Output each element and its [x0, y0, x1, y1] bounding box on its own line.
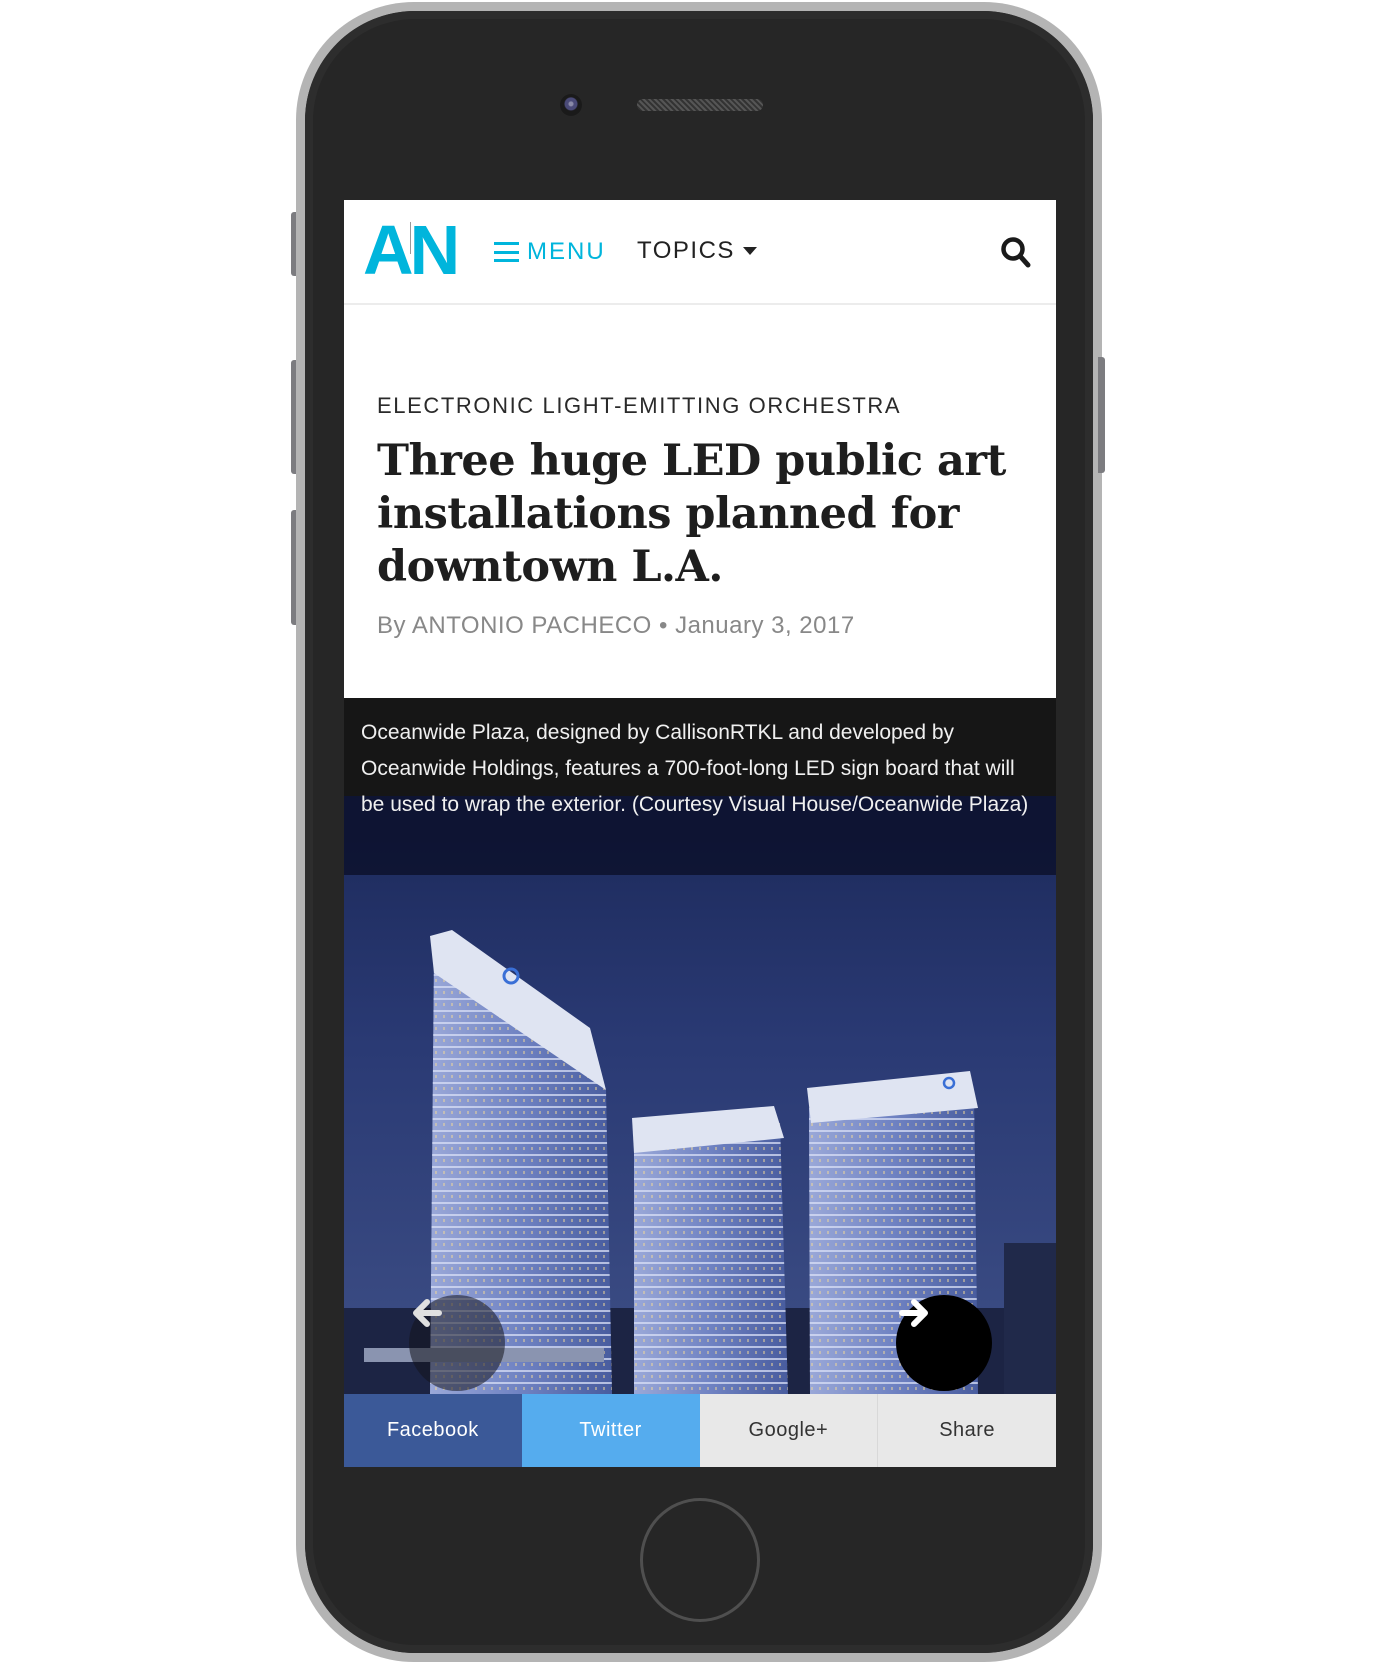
search-button[interactable] — [1000, 236, 1032, 270]
article-headline: Three huge LED public art installations … — [377, 436, 1006, 592]
arrow-right-icon — [899, 1299, 928, 1327]
logo-separator — [410, 222, 411, 254]
share-twitter-button[interactable]: Twitter — [521, 1394, 700, 1467]
article-byline: By ANTONIO PACHECO • January 3, 2017 — [377, 612, 855, 639]
share-googleplus-button[interactable]: Google+ — [699, 1394, 879, 1467]
site-logo[interactable]: A N — [363, 211, 461, 289]
search-icon — [1001, 237, 1031, 268]
image-caption: Oceanwide Plaza, designed by CallisonRTK… — [361, 721, 1029, 816]
gallery-next-button[interactable] — [896, 1295, 992, 1391]
logo-letter-a: A — [363, 211, 414, 289]
share-bar: Facebook Twitter Google+ Share — [344, 1394, 1056, 1467]
article-header: ELECTRONIC LIGHT-EMITTING ORCHESTRA Thre… — [344, 305, 1056, 698]
image-gallery: Oceanwide Plaza, designed by CallisonRTK… — [344, 698, 1056, 1394]
background-building — [1004, 1243, 1056, 1394]
article-kicker: ELECTRONIC LIGHT-EMITTING ORCHESTRA — [377, 393, 902, 418]
topics-dropdown[interactable]: TOPICS — [637, 237, 757, 265]
arrow-left-icon — [413, 1299, 442, 1327]
share-generic-button[interactable]: Share — [878, 1394, 1056, 1467]
caret-down-icon — [742, 247, 757, 255]
power-button — [1098, 357, 1105, 473]
earpiece-speaker — [637, 99, 763, 111]
hamburger-icon — [494, 242, 519, 262]
tower-middle — [632, 1106, 788, 1394]
share-facebook-button[interactable]: Facebook — [344, 1394, 522, 1467]
home-button[interactable] — [640, 1498, 760, 1622]
gallery-prev-button[interactable] — [409, 1295, 505, 1391]
front-camera — [560, 94, 582, 116]
menu-button[interactable]: MENU — [494, 238, 606, 266]
logo-letter-n: N — [409, 211, 461, 289]
phone-screen: A N MENU TOPICS ELECTRONIC LIGHT-EMITTIN… — [344, 200, 1056, 1467]
site-header: A N MENU TOPICS — [344, 200, 1056, 305]
menu-label: MENU — [527, 238, 606, 265]
topics-label: TOPICS — [637, 237, 735, 264]
